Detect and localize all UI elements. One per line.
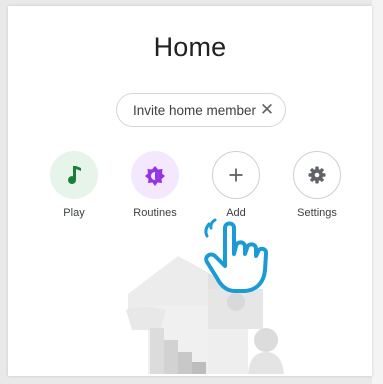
gear-icon xyxy=(308,166,326,184)
close-icon[interactable]: ✕ xyxy=(257,100,277,120)
illustration-cube xyxy=(208,329,248,374)
illustration-bowl xyxy=(126,307,166,330)
illustration-figure-head xyxy=(254,328,278,352)
routines-button[interactable]: Routines xyxy=(120,151,190,231)
settings-button[interactable]: Settings xyxy=(282,151,352,231)
home-screen: Home Invite home member ✕ Play Routines xyxy=(8,6,372,376)
add-icon-circle xyxy=(212,151,260,199)
music-note-icon xyxy=(68,166,81,185)
routines-label: Routines xyxy=(133,207,177,219)
invite-home-member-chip[interactable]: Invite home member ✕ xyxy=(116,93,286,127)
settings-icon-circle xyxy=(293,151,341,199)
pointing-hand-icon xyxy=(204,218,269,293)
sun-icon xyxy=(145,166,165,186)
illustration-figure-body xyxy=(248,352,284,374)
routines-icon-circle xyxy=(131,151,179,199)
invite-chip-label: Invite home member xyxy=(133,103,257,118)
plus-icon xyxy=(229,168,243,182)
play-icon-circle xyxy=(50,151,98,199)
play-label: Play xyxy=(63,207,85,219)
page-title: Home xyxy=(153,32,227,62)
play-button[interactable]: Play xyxy=(39,151,109,231)
settings-label: Settings xyxy=(297,207,337,219)
page-edge xyxy=(372,0,383,384)
